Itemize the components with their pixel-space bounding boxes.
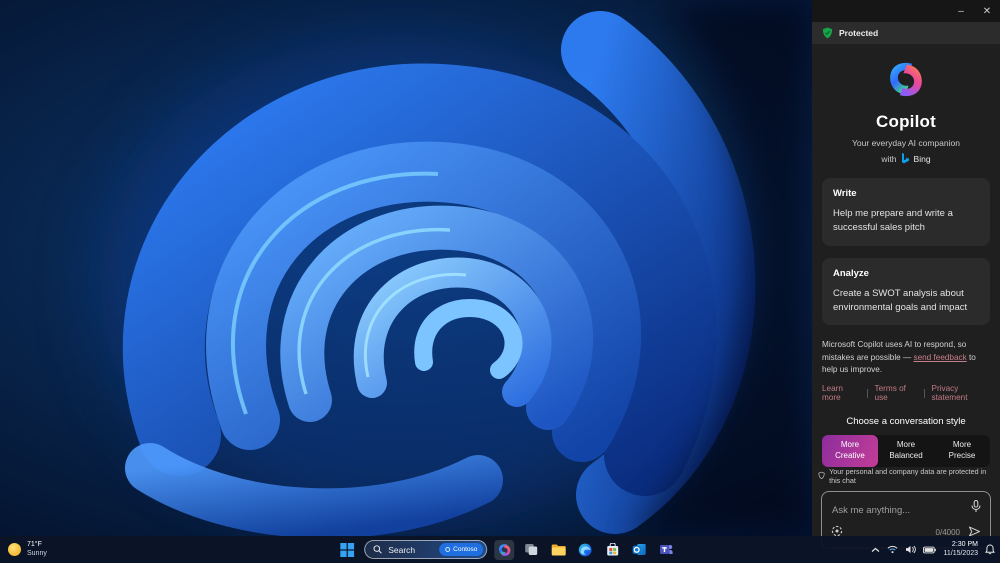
search-badge[interactable]: Contoso xyxy=(439,543,484,556)
ai-disclaimer: Microsoft Copilot uses AI to respond, so… xyxy=(822,339,990,377)
copilot-tagline: Your everyday AI companion xyxy=(852,138,960,148)
data-protection-text: Your personal and company data are prote… xyxy=(829,466,987,485)
teams-icon xyxy=(660,545,673,554)
chevron-up-icon[interactable] xyxy=(871,547,880,553)
style-option-line2: Precise xyxy=(948,450,976,460)
panel-titlebar: – ✕ xyxy=(812,0,1000,22)
protected-banner: Protected xyxy=(812,22,1000,44)
terms-of-use-link[interactable]: Terms of use xyxy=(875,384,917,402)
volume-icon[interactable] xyxy=(905,545,917,554)
conversation-style-heading: Choose a conversation style xyxy=(846,416,966,428)
style-option-balanced[interactable]: More Balanced xyxy=(878,435,934,467)
shield-outline-icon xyxy=(818,471,825,480)
taskbar-app-file-explorer[interactable] xyxy=(548,540,568,560)
style-option-line1: More xyxy=(896,440,916,450)
protected-label: Protected xyxy=(839,28,879,38)
suggestion-card-write[interactable]: Write Help me prepare and write a succes… xyxy=(822,178,990,246)
style-option-line2: Creative xyxy=(835,450,865,460)
battery-icon[interactable] xyxy=(923,546,937,554)
task-view-icon xyxy=(525,544,538,555)
minimize-button[interactable]: – xyxy=(948,0,974,22)
card-body: Help me prepare and write a successful s… xyxy=(833,208,953,234)
data-protection-note: Your personal and company data are prote… xyxy=(812,467,1000,485)
copilot-title: Copilot xyxy=(876,112,936,131)
card-body: Create a SWOT analysis about environment… xyxy=(833,287,968,313)
card-title: Analyze xyxy=(833,267,869,279)
link-divider xyxy=(923,388,925,398)
with-bing-line: with Bing xyxy=(812,153,1000,164)
system-tray: 2:30 PM 11/15/2023 xyxy=(871,536,995,563)
search-label: Search xyxy=(388,544,416,555)
sun-icon xyxy=(8,543,21,556)
send-feedback-link[interactable]: send feedback xyxy=(913,353,966,362)
with-label: with xyxy=(881,153,897,164)
privacy-statement-link[interactable]: Privacy statement xyxy=(932,384,990,402)
file-explorer-icon xyxy=(551,544,566,555)
style-option-creative[interactable]: More Creative xyxy=(822,435,878,467)
link-divider xyxy=(866,388,868,398)
search-badge-label: Contoso xyxy=(453,546,478,553)
outlook-icon xyxy=(632,544,646,555)
taskbar: 71°F Sunny Search Contoso 2:30 PM 11/15/… xyxy=(0,536,1000,563)
clock-date: 11/15/2023 xyxy=(943,549,978,557)
copilot-taskbar-icon xyxy=(498,543,511,556)
copilot-hero: Copilot Your everyday AI companion with … xyxy=(812,60,1000,164)
copilot-logo xyxy=(890,62,922,97)
taskbar-clock[interactable]: 2:30 PM 11/15/2023 xyxy=(943,541,978,559)
close-button[interactable]: ✕ xyxy=(974,0,1000,22)
bing-label: Bing xyxy=(913,153,931,164)
bloom-wallpaper-art xyxy=(100,0,812,536)
taskbar-app-teams[interactable] xyxy=(656,540,676,560)
taskbar-search-box[interactable]: Search Contoso xyxy=(364,540,488,559)
suggestion-cards: Write Help me prepare and write a succes… xyxy=(822,178,990,325)
microsoft-store-icon xyxy=(606,543,618,556)
copilot-panel: – ✕ Protected Copilot Your everyday AI c… xyxy=(812,0,1000,549)
suggestion-card-analyze[interactable]: Analyze Create a SWOT analysis about env… xyxy=(822,257,990,325)
learn-more-link[interactable]: Learn more xyxy=(822,384,860,402)
conversation-style-picker: More Creative More Balanced More Precise xyxy=(822,435,990,467)
weather-widget[interactable]: 71°F Sunny xyxy=(8,536,47,563)
start-button[interactable] xyxy=(337,540,357,560)
notification-bell-icon[interactable] xyxy=(985,544,995,555)
weather-temperature: 71°F xyxy=(27,541,42,549)
taskbar-app-task-view[interactable] xyxy=(521,540,541,560)
taskbar-app-outlook[interactable] xyxy=(629,540,649,560)
bing-logo-icon xyxy=(901,153,909,164)
windows-logo-icon xyxy=(340,542,355,557)
microphone-icon[interactable] xyxy=(971,499,981,518)
style-option-precise[interactable]: More Precise xyxy=(934,435,990,467)
style-option-line1: More xyxy=(840,440,860,450)
footer-links: Learn more Terms of use Privacy statemen… xyxy=(822,384,990,402)
clock-time: 2:30 PM xyxy=(951,540,978,548)
style-option-line1: More xyxy=(952,440,972,450)
wifi-icon[interactable] xyxy=(887,545,898,554)
search-icon xyxy=(373,545,382,554)
taskbar-center: Search Contoso xyxy=(337,536,676,563)
search-badge-icon xyxy=(445,547,451,552)
edge-icon xyxy=(578,543,592,556)
chat-input[interactable] xyxy=(832,504,967,516)
weather-condition: Sunny xyxy=(27,549,47,557)
shield-protected-icon xyxy=(822,27,833,39)
style-option-line2: Balanced xyxy=(889,450,923,460)
screen: – ✕ Protected Copilot Your everyday AI c… xyxy=(0,0,1000,563)
card-title: Write xyxy=(833,188,857,199)
taskbar-app-edge[interactable] xyxy=(575,540,595,560)
taskbar-app-copilot[interactable] xyxy=(494,539,515,560)
taskbar-app-store[interactable] xyxy=(602,540,622,560)
